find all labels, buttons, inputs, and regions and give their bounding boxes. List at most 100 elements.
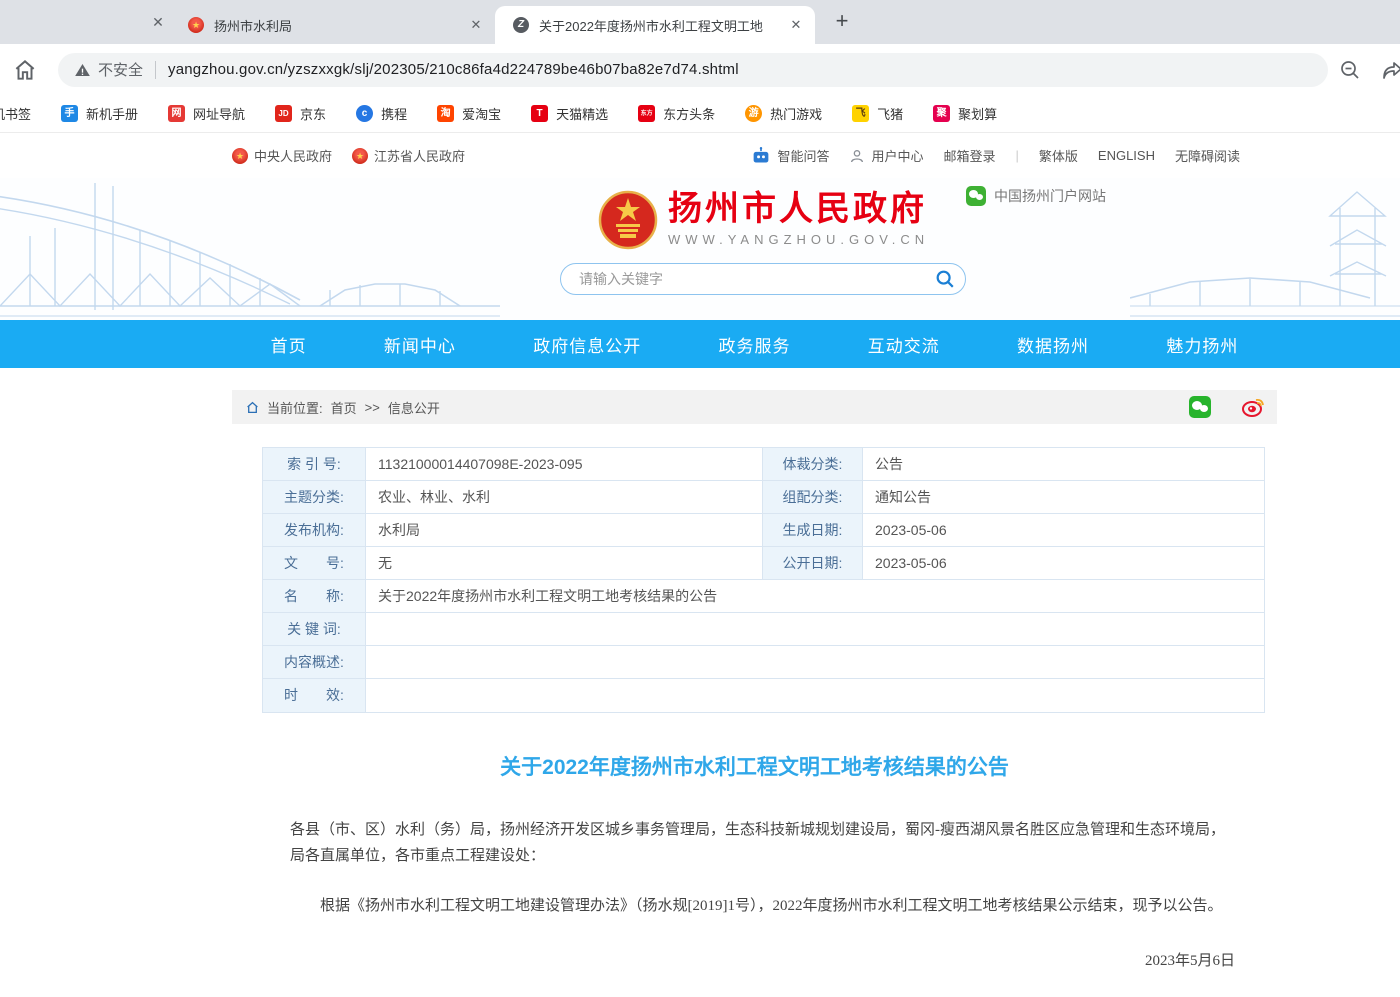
meta-value-doc-number: 无 bbox=[366, 547, 763, 580]
bookmark-icon: T bbox=[531, 105, 548, 122]
meta-row: 文 号: 无 公开日期: 2023-05-06 bbox=[263, 547, 1264, 580]
bookmark-item[interactable]: 东方 东方头条 bbox=[638, 104, 715, 123]
breadcrumb: 当前位置: 首页 >> 信息公开 bbox=[232, 390, 1277, 424]
bookmark-label: 机书签 bbox=[0, 104, 31, 123]
breadcrumb-section-link[interactable]: 信息公开 bbox=[388, 398, 440, 417]
bookmark-item[interactable]: 网 网址导航 bbox=[168, 104, 245, 123]
bookmark-item[interactable]: T 天猫精选 bbox=[531, 104, 608, 123]
bookmark-label: 东方头条 bbox=[663, 104, 715, 123]
link-label: 无障碍阅读 bbox=[1175, 146, 1240, 165]
nav-info-disclosure[interactable]: 政府信息公开 bbox=[533, 332, 641, 357]
article-paragraph-recipients: 各县（市、区）水利（务）局，扬州经济开发区城乡事务管理局，生态科技新城规划建设局… bbox=[232, 817, 1277, 869]
address-bar[interactable]: 不安全 yangzhou.gov.cn/yzszxxgk/slj/202305/… bbox=[58, 53, 1328, 87]
breadcrumb-prefix: 当前位置: bbox=[267, 398, 323, 417]
meta-label: 索 引 号: bbox=[263, 448, 366, 481]
browser-toolbar: 不安全 yangzhou.gov.cn/yzszxxgk/slj/202305/… bbox=[0, 44, 1400, 95]
tab-title: 扬州市水利局 bbox=[214, 16, 457, 35]
article-title: 关于2022年度扬州市水利工程文明工地考核结果的公告 bbox=[232, 751, 1277, 781]
tab-close-icon[interactable]: ✕ bbox=[467, 16, 485, 34]
user-icon bbox=[849, 148, 865, 164]
bookmark-icon: 淘 bbox=[437, 105, 454, 122]
meta-label: 内容概述: bbox=[263, 646, 366, 679]
link-label: 智能问答 bbox=[777, 146, 829, 165]
bookmark-item[interactable]: 游 热门游戏 bbox=[745, 104, 822, 123]
search-input[interactable] bbox=[561, 271, 925, 287]
bookmark-label: 爱淘宝 bbox=[462, 104, 501, 123]
share-weibo-icon[interactable] bbox=[1241, 396, 1265, 418]
bookmark-icon: 手 bbox=[61, 105, 78, 122]
link-smart-qa[interactable]: 智能问答 bbox=[751, 146, 829, 165]
site-logo[interactable]: 扬州市人民政府 WWW.YANGZHOU.GOV.CN bbox=[598, 190, 929, 250]
meta-row: 索 引 号: 11321000014407098E-2023-095 体裁分类:… bbox=[263, 448, 1264, 481]
document-meta-table: 索 引 号: 11321000014407098E-2023-095 体裁分类:… bbox=[262, 447, 1265, 713]
link-mail-login[interactable]: 邮箱登录 bbox=[943, 146, 995, 165]
bookmark-label: 网址导航 bbox=[193, 104, 245, 123]
nav-news[interactable]: 新闻中心 bbox=[384, 332, 456, 357]
link-central-gov[interactable]: ★ 中央人民政府 bbox=[232, 146, 332, 165]
tab-shuiliju[interactable]: ★ 扬州市水利局 ✕ bbox=[170, 6, 495, 44]
meta-value-keywords bbox=[366, 613, 1264, 646]
share-wechat-icon[interactable] bbox=[1189, 396, 1211, 418]
bookmark-icon: 聚 bbox=[933, 105, 950, 122]
nav-interaction[interactable]: 互动交流 bbox=[868, 332, 940, 357]
breadcrumb-separator: >> bbox=[365, 400, 380, 415]
meta-row: 关 键 词: bbox=[263, 613, 1264, 646]
bookmark-item[interactable]: 飞 飞猪 bbox=[852, 104, 903, 123]
bookmark-icon: 东方 bbox=[638, 105, 655, 122]
meta-row: 时 效: bbox=[263, 679, 1264, 712]
link-english[interactable]: ENGLISH bbox=[1098, 148, 1155, 163]
bridge-artwork-right bbox=[1130, 178, 1400, 320]
link-accessible[interactable]: 无障碍阅读 bbox=[1175, 146, 1240, 165]
nav-services[interactable]: 政务服务 bbox=[718, 332, 790, 357]
link-traditional[interactable]: 繁体版 bbox=[1039, 146, 1078, 165]
link-label: 中央人民政府 bbox=[254, 146, 332, 165]
meta-label: 生成日期: bbox=[763, 514, 863, 547]
security-chip[interactable]: 不安全 bbox=[74, 59, 143, 80]
home-icon[interactable] bbox=[12, 57, 38, 83]
link-label: 江苏省人民政府 bbox=[374, 146, 465, 165]
wechat-icon bbox=[966, 186, 986, 206]
portal-link[interactable]: 中国扬州门户网站 bbox=[966, 186, 1106, 206]
bookmark-item[interactable]: 手 新机手册 bbox=[61, 104, 138, 123]
link-label: ENGLISH bbox=[1098, 148, 1155, 163]
meta-label: 时 效: bbox=[263, 679, 366, 712]
meta-value-agency: 水利局 bbox=[366, 514, 763, 547]
tab-close-icon[interactable]: ✕ bbox=[787, 16, 805, 34]
site-search bbox=[560, 263, 966, 295]
nav-data[interactable]: 数据扬州 bbox=[1017, 332, 1089, 357]
bookmark-icon: 游 bbox=[745, 105, 762, 122]
nav-home[interactable]: 首页 bbox=[271, 332, 307, 357]
bookmark-icon: c bbox=[356, 105, 373, 122]
share-icon[interactable] bbox=[1380, 58, 1400, 82]
breadcrumb-home-icon bbox=[246, 401, 259, 414]
divider: | bbox=[1016, 148, 1019, 163]
meta-value-index-number: 11321000014407098E-2023-095 bbox=[366, 448, 763, 481]
bookmark-item[interactable]: JD 京东 bbox=[275, 104, 326, 123]
national-emblem-icon bbox=[598, 190, 658, 250]
breadcrumb-home-link[interactable]: 首页 bbox=[331, 398, 357, 417]
new-tab-button[interactable]: + bbox=[828, 8, 856, 36]
bookmark-item[interactable]: 淘 爱淘宝 bbox=[437, 104, 501, 123]
nav-charm[interactable]: 魅力扬州 bbox=[1166, 332, 1238, 357]
article: 关于2022年度扬州市水利工程文明工地考核结果的公告 各县（市、区）水利（务）局… bbox=[232, 751, 1277, 997]
article-date: 2023年5月6日 bbox=[232, 949, 1277, 970]
bookmark-label: 热门游戏 bbox=[770, 104, 822, 123]
zoom-out-icon[interactable] bbox=[1338, 58, 1362, 82]
bookmark-item[interactable]: 机书签 bbox=[0, 104, 31, 123]
meta-value-summary bbox=[366, 646, 1264, 679]
link-label: 用户中心 bbox=[871, 146, 923, 165]
meta-value-topic: 农业、林业、水利 bbox=[366, 481, 763, 514]
bookmark-icon: 飞 bbox=[852, 105, 869, 122]
search-icon[interactable] bbox=[925, 264, 965, 294]
link-jiangsu-gov[interactable]: ★ 江苏省人民政府 bbox=[352, 146, 465, 165]
tab-announcement-active[interactable]: Z 关于2022年度扬州市水利工程文明工地 ✕ bbox=[495, 6, 815, 44]
meta-label: 发布机构: bbox=[263, 514, 366, 547]
meta-label: 名 称: bbox=[263, 580, 366, 613]
main-navigation: 首页 新闻中心 政府信息公开 政务服务 互动交流 数据扬州 魅力扬州 bbox=[0, 320, 1400, 368]
bookmark-item[interactable]: c 携程 bbox=[356, 104, 407, 123]
tab-title: 关于2022年度扬州市水利工程文明工地 bbox=[539, 16, 777, 35]
tab-close-icon[interactable]: ✕ bbox=[148, 12, 168, 32]
bookmark-item[interactable]: 聚 聚划算 bbox=[933, 104, 997, 123]
meta-row: 发布机构: 水利局 生成日期: 2023-05-06 bbox=[263, 514, 1264, 547]
link-user-center[interactable]: 用户中心 bbox=[849, 146, 923, 165]
